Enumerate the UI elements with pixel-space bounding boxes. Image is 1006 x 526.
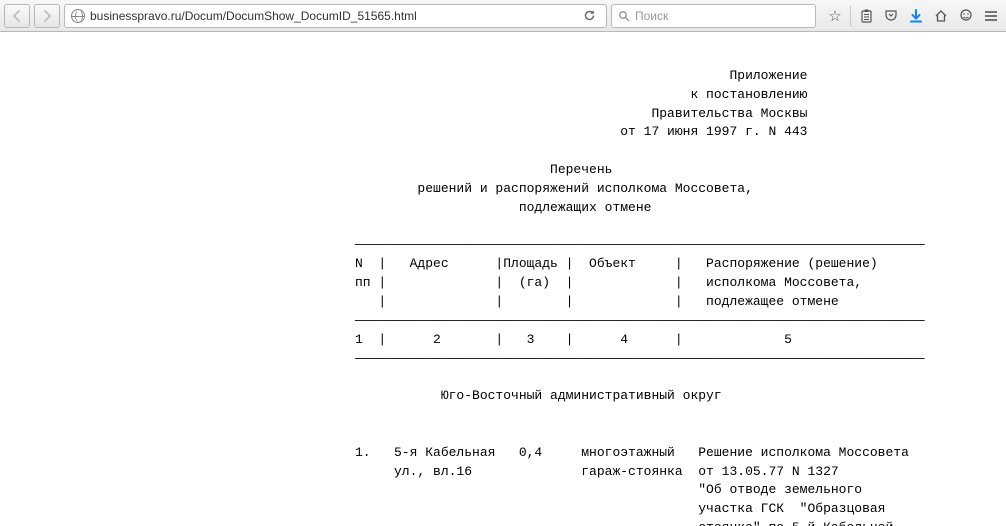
bookmark-icon[interactable]: ☆: [824, 5, 846, 27]
feedback-icon[interactable]: [955, 5, 977, 27]
download-icon[interactable]: [905, 5, 927, 27]
separator: [850, 6, 851, 26]
home-icon[interactable]: [930, 5, 952, 27]
search-bar[interactable]: [611, 4, 816, 28]
globe-icon: [71, 9, 85, 23]
back-button[interactable]: [4, 4, 30, 28]
reload-button[interactable]: [579, 9, 600, 22]
forward-button[interactable]: [34, 4, 60, 28]
search-icon: [618, 10, 630, 22]
clipboard-icon[interactable]: [855, 5, 877, 27]
url-bar[interactable]: [64, 4, 607, 28]
browser-toolbar: ☆: [0, 0, 1006, 32]
toolbar-icons: ☆: [820, 5, 1002, 27]
pocket-icon[interactable]: [880, 5, 902, 27]
menu-icon[interactable]: [980, 5, 1002, 27]
document-content: Приложение к постановлению Правительства…: [0, 32, 1006, 526]
search-input[interactable]: [635, 9, 809, 23]
url-input[interactable]: [90, 9, 574, 23]
